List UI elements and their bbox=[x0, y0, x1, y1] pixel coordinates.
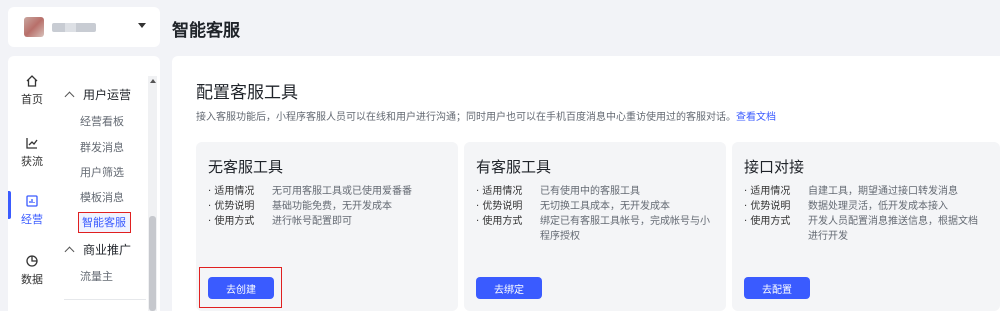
menu-group-label: 用户运营 bbox=[83, 88, 132, 102]
configure-button[interactable]: 去配置 bbox=[744, 277, 810, 299]
scroll-up-icon[interactable] bbox=[150, 79, 156, 83]
page-title: 智能客服 bbox=[172, 21, 240, 41]
card-row: · 优势说明 无切换工具成本，无开发成本 bbox=[476, 199, 720, 214]
menu-item-broadcast[interactable]: 群发消息 bbox=[80, 139, 124, 155]
rail-item-data[interactable]: 数据 bbox=[8, 254, 56, 287]
rail-item-label: 首页 bbox=[21, 93, 43, 106]
account-avatar bbox=[24, 17, 44, 37]
rail-item-operation[interactable]: 经营 bbox=[8, 194, 56, 227]
rail-item-label: 获流 bbox=[21, 155, 43, 168]
rail-icons: 首页 获流 经营 数据 bbox=[8, 56, 56, 311]
sidebar: 首页 获流 经营 数据 用户运营 经营看板 群发消息 用户筛选 模板消息 智能客… bbox=[8, 56, 160, 311]
card-row: · 使用方式 进行帐号配置即可 bbox=[208, 214, 452, 229]
menu-item-user-filter[interactable]: 用户筛选 bbox=[80, 164, 124, 180]
row-key: · 使用方式 bbox=[476, 216, 523, 227]
row-key: · 适用情况 bbox=[476, 186, 523, 197]
row-value: 已有使用中的客服工具 bbox=[540, 186, 640, 197]
description-text: 接入客服功能后，小程序客服人员可以在线和用户进行沟通；同时用户也可以在手机百度消… bbox=[196, 112, 736, 123]
card-row: · 使用方式 开发人员配置消息推送信息，根据文档进行开发 bbox=[744, 214, 988, 244]
row-key: · 优势说明 bbox=[744, 201, 791, 212]
chevron-up-icon bbox=[64, 91, 75, 101]
card-rows: · 适用情况 无可用客服工具或已使用爱番番 · 优势说明 基础功能免费，无开发成本 … bbox=[208, 184, 452, 229]
row-key: · 适用情况 bbox=[744, 186, 791, 197]
card-row: · 优势说明 数据处理灵活，低开发成本接入 bbox=[744, 199, 988, 214]
card-row: · 适用情况 已有使用中的客服工具 bbox=[476, 184, 720, 199]
menu-divider bbox=[64, 299, 146, 300]
row-value: 无可用客服工具或已使用爱番番 bbox=[272, 186, 412, 197]
menu-group-label: 商业推广 bbox=[83, 243, 132, 257]
main-panel: 配置客服工具 接入客服功能后，小程序客服人员可以在线和用户进行沟通；同时用户也可… bbox=[172, 56, 1000, 311]
card-row: · 适用情况 自建工具，期望通过接口转发消息 bbox=[744, 184, 988, 199]
card-api-integration: 接口对接 · 适用情况 自建工具，期望通过接口转发消息 · 优势说明 数据处理灵活，… bbox=[732, 142, 1000, 311]
row-key: · 适用情况 bbox=[208, 186, 255, 197]
rail-item-label: 经营 bbox=[21, 213, 43, 226]
rail-item-traffic[interactable]: 获流 bbox=[8, 136, 56, 169]
menu-item-traffic-owner[interactable]: 流量主 bbox=[80, 268, 113, 284]
row-value: 自建工具，期望通过接口转发消息 bbox=[808, 186, 958, 197]
account-name-masked bbox=[52, 22, 96, 32]
menu-group-user-ops[interactable]: 用户运营 bbox=[64, 86, 131, 103]
row-value: 无切换工具成本，无开发成本 bbox=[540, 201, 670, 212]
row-value: 进行帐号配置即可 bbox=[272, 216, 352, 227]
doc-link[interactable]: 查看文档 bbox=[736, 112, 776, 123]
scroll-thumb[interactable] bbox=[149, 216, 156, 311]
row-value: 绑定已有客服工具帐号，完成帐号与小程序授权 bbox=[540, 216, 710, 242]
menu-item-smart-cs[interactable]: 智能客服 bbox=[78, 212, 131, 233]
card-row: · 使用方式 绑定已有客服工具帐号，完成帐号与小程序授权 bbox=[476, 214, 720, 244]
card-rows: · 适用情况 已有使用中的客服工具 · 优势说明 无切换工具成本，无开发成本 · 使… bbox=[476, 184, 720, 244]
row-key: · 优势说明 bbox=[476, 201, 523, 212]
row-key: · 优势说明 bbox=[208, 201, 255, 212]
card-has-cs-tool: 有客服工具 · 适用情况 已有使用中的客服工具 · 优势说明 无切换工具成本，无开发… bbox=[464, 142, 726, 311]
chart-line-icon bbox=[26, 138, 38, 149]
bind-button[interactable]: 去绑定 bbox=[476, 277, 542, 299]
card-title: 无客服工具 bbox=[208, 158, 284, 176]
card-title: 有客服工具 bbox=[476, 158, 552, 176]
section-title: 配置客服工具 bbox=[196, 83, 298, 103]
card-title: 接口对接 bbox=[744, 158, 805, 176]
pie-chart-icon bbox=[26, 255, 38, 267]
menu-group-commerce[interactable]: 商业推广 bbox=[64, 241, 131, 258]
dashboard-icon bbox=[26, 195, 38, 207]
card-rows: · 适用情况 自建工具，期望通过接口转发消息 · 优势说明 数据处理灵活，低开发成本… bbox=[744, 184, 988, 244]
row-key: · 使用方式 bbox=[744, 216, 791, 227]
row-value: 开发人员配置消息推送信息，根据文档进行开发 bbox=[808, 216, 978, 242]
rail-item-home[interactable]: 首页 bbox=[8, 74, 56, 107]
caret-down-icon[interactable] bbox=[138, 23, 146, 28]
menu-item-template-msg[interactable]: 模板消息 bbox=[80, 189, 124, 205]
menu-item-dashboard[interactable]: 经营看板 bbox=[80, 113, 124, 129]
card-row: · 适用情况 无可用客服工具或已使用爱番番 bbox=[208, 184, 452, 199]
row-value: 数据处理灵活，低开发成本接入 bbox=[808, 201, 948, 212]
row-value: 基础功能免费，无开发成本 bbox=[272, 201, 392, 212]
row-key: · 使用方式 bbox=[208, 216, 255, 227]
highlight-box bbox=[199, 267, 282, 308]
account-selector[interactable] bbox=[8, 7, 160, 47]
rail-item-label: 数据 bbox=[21, 273, 43, 286]
menu-scrollbar[interactable] bbox=[148, 76, 157, 311]
section-description: 接入客服功能后，小程序客服人员可以在线和用户进行沟通；同时用户也可以在手机百度消… bbox=[196, 108, 776, 123]
chevron-up-icon bbox=[64, 246, 75, 256]
home-icon bbox=[26, 75, 38, 87]
card-row: · 优势说明 基础功能免费，无开发成本 bbox=[208, 199, 452, 214]
